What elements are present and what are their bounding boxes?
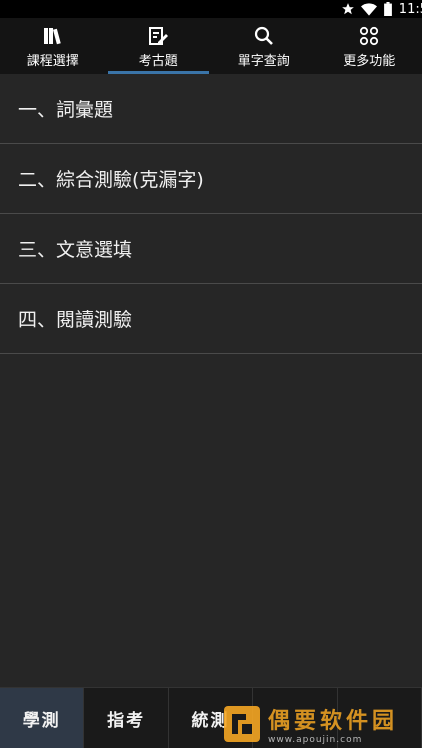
books-icon [42, 25, 64, 47]
status-clock: 11:5 [398, 1, 422, 17]
bottom-exam-type-bar: 學測 指考 統測 [0, 687, 422, 748]
bottom-tab-5[interactable] [338, 688, 422, 748]
bottom-tab-tvee[interactable]: 統測 [169, 688, 254, 748]
wifi-icon [360, 2, 377, 16]
bottom-tab-4[interactable] [253, 688, 338, 748]
edit-note-icon [147, 25, 169, 47]
tab-label: 考古題 [138, 54, 178, 69]
list-item-cloze[interactable]: 二、綜合測驗(克漏字) [0, 144, 422, 214]
tab-more-features[interactable]: 更多功能 [317, 18, 422, 74]
star-icon [341, 2, 355, 16]
top-tab-bar: 課程選擇 考古題 單字查詢 更多功能 [0, 18, 422, 74]
tab-word-lookup[interactable]: 單字查詢 [211, 18, 317, 74]
battery-icon [383, 2, 393, 16]
bottom-tab-gsat[interactable]: 學測 [0, 688, 85, 748]
exam-category-list: 一、詞彙題 二、綜合測驗(克漏字) 三、文意選填 四、閱讀測驗 [0, 74, 422, 354]
list-item-reading[interactable]: 四、閱讀測驗 [0, 284, 422, 354]
status-icons: 11:5 [341, 0, 422, 18]
tab-label: 單字查詢 [237, 54, 290, 69]
status-bar: 11:5 [0, 0, 422, 18]
tab-label: 課程選擇 [26, 54, 79, 69]
list-item-fill-in[interactable]: 三、文意選填 [0, 214, 422, 284]
bottom-tab-ast[interactable]: 指考 [84, 688, 169, 748]
tab-course-select[interactable]: 課程選擇 [0, 18, 106, 74]
list-item-vocabulary[interactable]: 一、詞彙題 [0, 74, 422, 144]
grid-icon [358, 25, 380, 47]
tab-past-exams[interactable]: 考古題 [106, 18, 212, 74]
tab-label: 更多功能 [343, 54, 396, 69]
search-icon [253, 25, 275, 47]
